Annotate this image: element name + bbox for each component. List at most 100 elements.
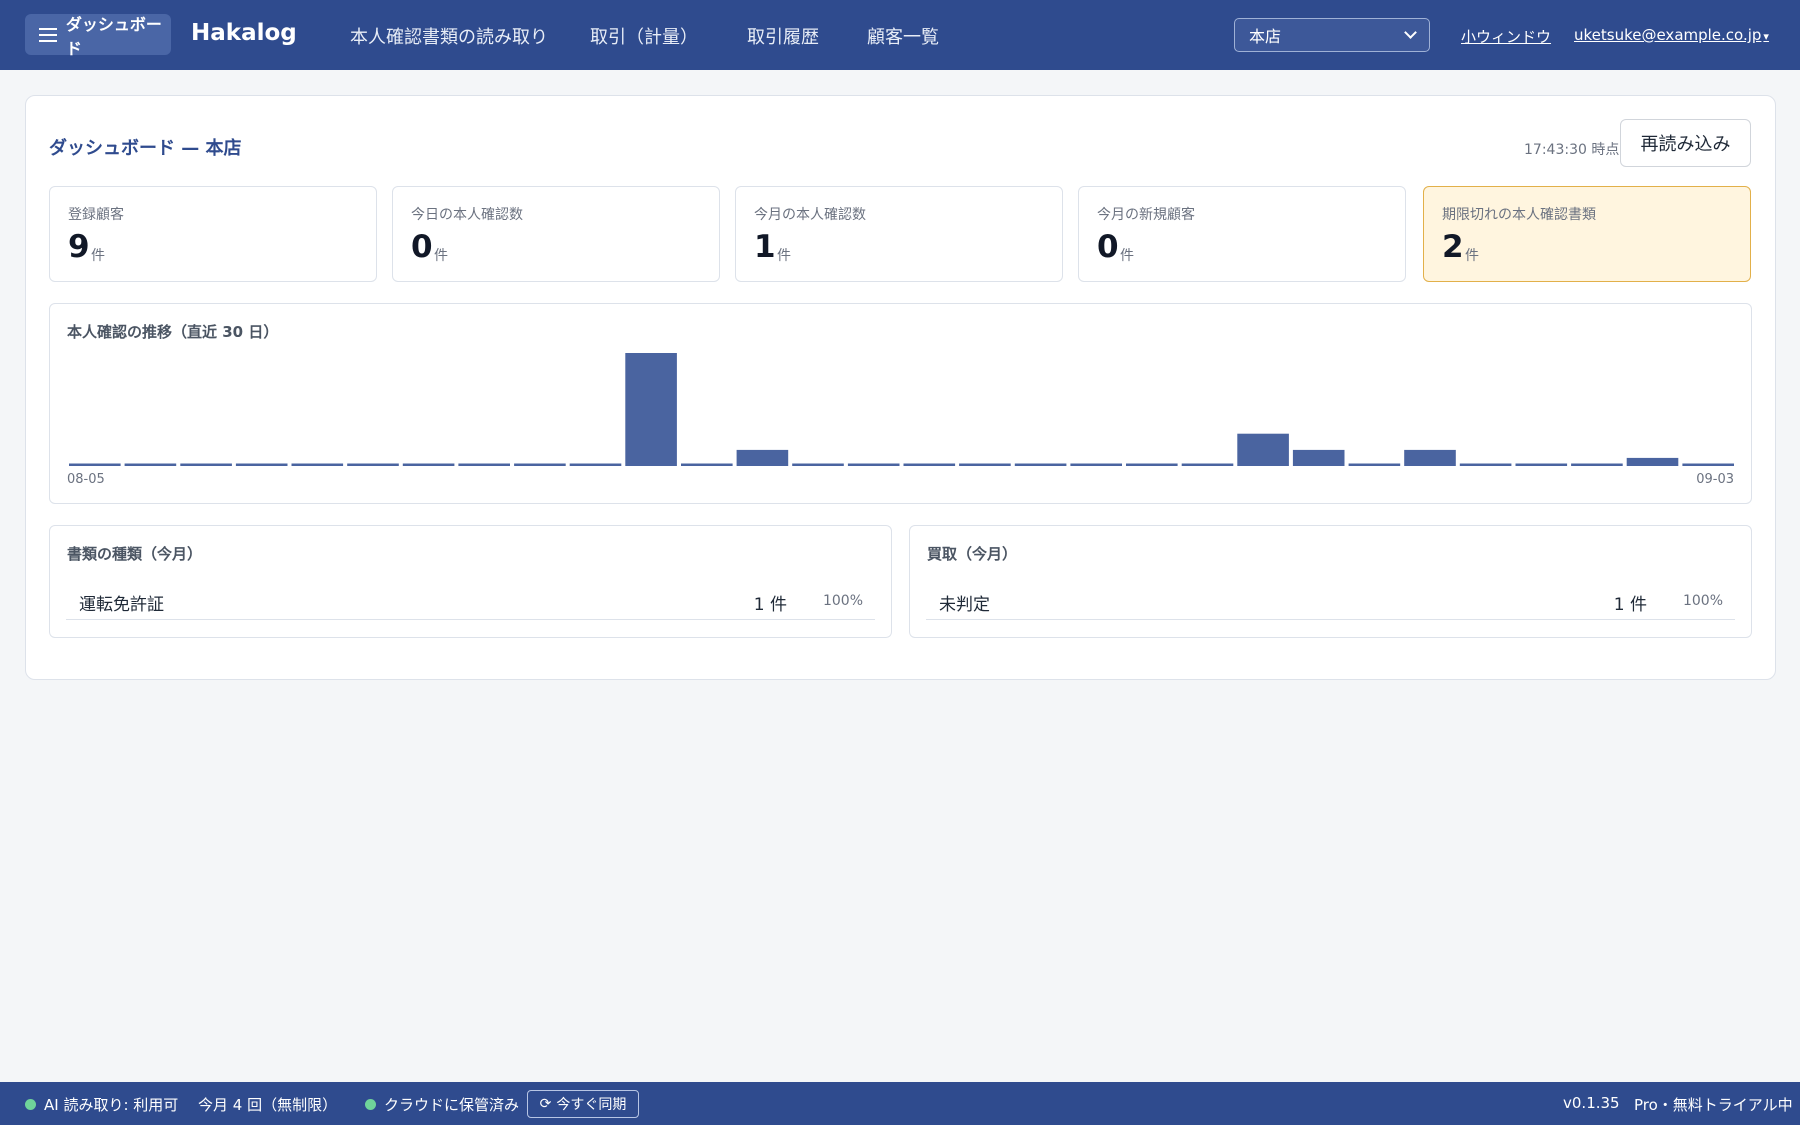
as-of-timestamp: 17:43:30 時点 bbox=[1524, 142, 1620, 158]
sync-now-button[interactable]: ⟳ 今すぐ同期 bbox=[527, 1090, 639, 1118]
plan-text: Pro・無料トライアル中 bbox=[1634, 1096, 1793, 1114]
ai-status: AI 読み取り: 利用可 bbox=[25, 1094, 178, 1115]
chart-bar bbox=[1626, 457, 1679, 466]
stat-value: 9 bbox=[68, 229, 90, 265]
chart-bar bbox=[1404, 449, 1456, 466]
chart-bar bbox=[1571, 463, 1623, 466]
chart-bar bbox=[1292, 449, 1345, 466]
chart-bar bbox=[347, 463, 399, 466]
trend-bar-chart bbox=[69, 353, 1734, 466]
purchase-card: 買取（今月） 未判定 1 件 100% bbox=[909, 525, 1752, 638]
chart-bar bbox=[1348, 463, 1401, 466]
stat-registered-customers: 登録顧客 9 件 bbox=[49, 186, 377, 282]
refresh-icon: ⟳ bbox=[539, 1096, 552, 1112]
stat-unit: 件 bbox=[777, 248, 791, 264]
stat-unit: 件 bbox=[1465, 248, 1479, 264]
purchase-percent: 100% bbox=[1682, 593, 1723, 609]
chart-bar bbox=[1682, 463, 1734, 466]
chart-bar bbox=[514, 463, 566, 466]
stat-unit: 件 bbox=[434, 248, 448, 264]
document-type-name: 運転免許証 bbox=[79, 595, 164, 615]
store-select[interactable]: 本店 bbox=[1234, 18, 1430, 52]
stat-label: 今月の本人確認数 bbox=[754, 207, 866, 223]
chart-bar bbox=[1237, 433, 1289, 466]
status-dot-icon bbox=[365, 1099, 376, 1110]
dashboard-menu-button[interactable]: ダッシュボード bbox=[25, 14, 171, 58]
chart-bar bbox=[681, 463, 733, 466]
chart-bar bbox=[1181, 463, 1234, 466]
hamburger-icon bbox=[39, 27, 57, 42]
status-dot-icon bbox=[25, 1099, 36, 1110]
plan-status[interactable]: Pro・無料トライアル中 bbox=[1634, 1094, 1793, 1115]
chart-bar bbox=[1070, 463, 1122, 466]
nav-transaction-weighing[interactable]: 取引（計量） bbox=[590, 23, 698, 49]
top-navigation-bar: ダッシュボード Hakalog 本人確認書類の読み取り 取引（計量） 取引履歴 … bbox=[0, 0, 1800, 70]
stat-month-new-customers: 今月の新規顧客 0 件 bbox=[1078, 186, 1406, 282]
cloud-status: クラウドに保管済み bbox=[365, 1094, 519, 1115]
status-bar: AI 読み取り: 利用可 今月 4 回（無制限） クラウドに保管済み ⟳ 今すぐ… bbox=[0, 1082, 1800, 1125]
stat-expired-documents[interactable]: 期限切れの本人確認書類 2 件 bbox=[1423, 186, 1751, 282]
chart-bar bbox=[1014, 463, 1067, 466]
page-title: ダッシュボード — 本店 bbox=[49, 138, 242, 159]
chart-bar bbox=[235, 463, 288, 466]
chart-bar bbox=[69, 463, 121, 466]
document-types-card: 書類の種類（今月） 運転免許証 1 件 100% bbox=[49, 525, 892, 638]
nav-customer-list[interactable]: 顧客一覧 bbox=[867, 23, 939, 49]
stat-value: 1 bbox=[754, 229, 776, 265]
list-item: 未判定 1 件 100% bbox=[926, 586, 1735, 620]
stat-label: 登録顧客 bbox=[68, 207, 124, 223]
dashboard-menu-label: ダッシュボード bbox=[65, 14, 162, 58]
store-select-value: 本店 bbox=[1249, 27, 1282, 46]
document-type-count: 1 件 bbox=[753, 595, 787, 615]
usage-count: 今月 4 回（無制限） bbox=[198, 1094, 337, 1115]
document-types-title: 書類の種類（今月） bbox=[67, 545, 203, 563]
chart-bar bbox=[625, 353, 677, 466]
x-axis-start-label: 08-05 bbox=[67, 472, 105, 487]
nav-id-document-reading[interactable]: 本人確認書類の読み取り bbox=[350, 23, 548, 49]
version-text: v0.1.35 bbox=[1563, 1094, 1620, 1112]
stat-month-verifications: 今月の本人確認数 1 件 bbox=[735, 186, 1063, 282]
chart-bar bbox=[959, 463, 1011, 466]
list-item: 運転免許証 1 件 100% bbox=[66, 586, 875, 620]
stat-value: 0 bbox=[1097, 229, 1119, 265]
chart-bar bbox=[458, 463, 510, 466]
stat-label: 今月の新規顧客 bbox=[1097, 207, 1195, 223]
mini-window-link[interactable]: 小ウィンドウ bbox=[1461, 26, 1551, 47]
user-email: uketsuke@example.co.jp bbox=[1574, 26, 1762, 44]
chart-bar bbox=[847, 463, 900, 466]
chart-bar bbox=[1459, 463, 1512, 466]
stat-unit: 件 bbox=[1120, 248, 1134, 264]
stat-unit: 件 bbox=[91, 248, 105, 264]
verification-trend-chart: 本人確認の推移（直近 30 日） 08-05 09-03 bbox=[49, 303, 1752, 504]
document-type-percent: 100% bbox=[822, 593, 863, 609]
x-axis-end-label: 09-03 bbox=[1696, 472, 1734, 487]
version: v0.1.35 bbox=[1563, 1094, 1620, 1112]
chart-bar bbox=[903, 463, 956, 466]
chart-bar bbox=[180, 463, 232, 466]
dashboard-card: ダッシュボード — 本店 17:43:30 時点 再読み込み 登録顧客 9 件 … bbox=[25, 95, 1776, 680]
chart-bar bbox=[124, 463, 177, 466]
chart-bar bbox=[569, 463, 622, 466]
chart-bar bbox=[792, 463, 844, 466]
sync-now-label: 今すぐ同期 bbox=[556, 1097, 627, 1113]
cloud-status-text: クラウドに保管済み bbox=[384, 1096, 520, 1114]
reload-button[interactable]: 再読み込み bbox=[1620, 119, 1751, 167]
usage-text: 今月 4 回（無制限） bbox=[198, 1096, 338, 1114]
stat-today-verifications: 今日の本人確認数 0 件 bbox=[392, 186, 720, 282]
chart-bar bbox=[1515, 463, 1568, 466]
chart-bar bbox=[1126, 463, 1178, 466]
brand-logo[interactable]: Hakalog bbox=[191, 20, 297, 46]
purchase-title: 買取（今月） bbox=[927, 545, 1018, 563]
nav-transaction-history[interactable]: 取引履歴 bbox=[747, 23, 819, 49]
chart-bar bbox=[402, 463, 455, 466]
stat-value: 2 bbox=[1442, 229, 1464, 265]
caret-down-icon: ▾ bbox=[1763, 30, 1769, 43]
chevron-down-icon bbox=[1404, 26, 1417, 39]
user-menu[interactable]: uketsuke@example.co.jp ▾ bbox=[1574, 26, 1769, 44]
stat-value: 0 bbox=[411, 229, 433, 265]
chart-bar bbox=[736, 449, 789, 466]
stat-label: 今日の本人確認数 bbox=[411, 207, 523, 223]
chart-bar bbox=[291, 463, 344, 466]
purchase-name: 未判定 bbox=[939, 595, 990, 615]
purchase-count: 1 件 bbox=[1613, 595, 1647, 615]
